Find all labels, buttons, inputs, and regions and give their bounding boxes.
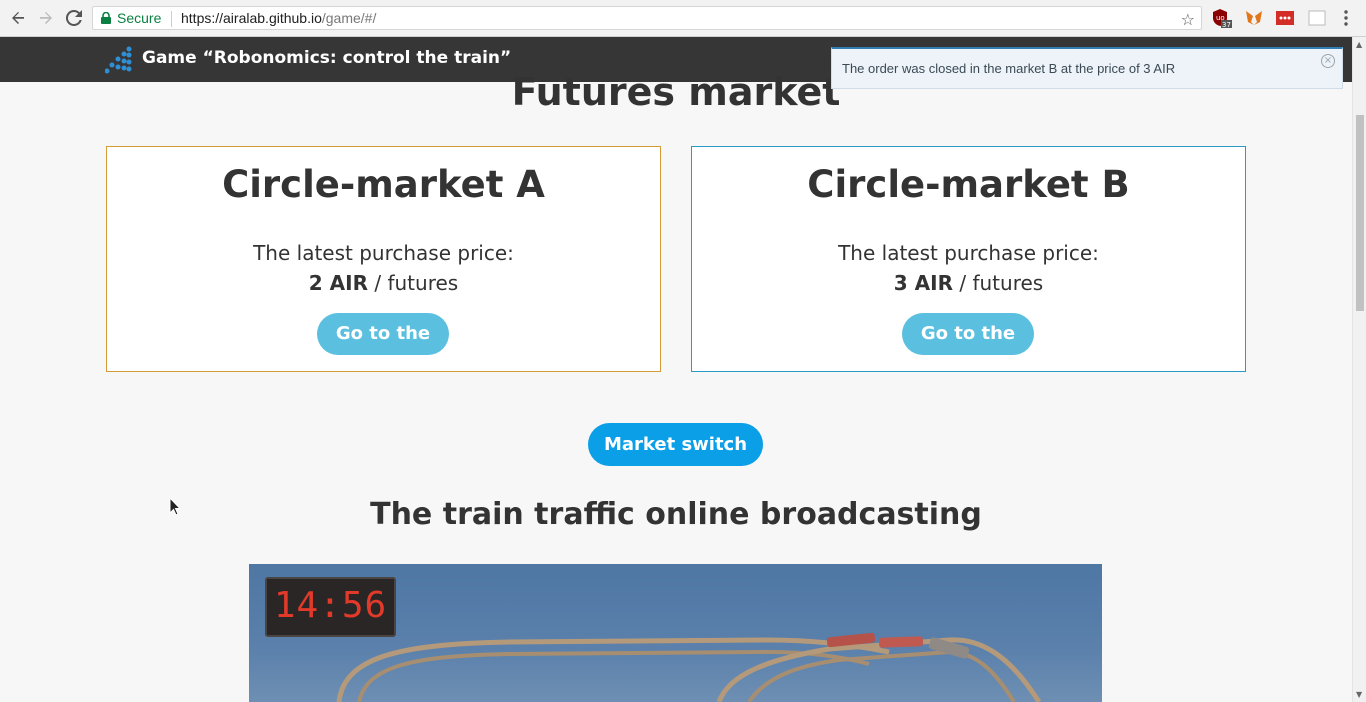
address-bar[interactable]: Secure https://airalab.github.io/game/#/… bbox=[92, 6, 1202, 30]
market-a-go-button[interactable]: Go to the bbox=[317, 313, 449, 355]
market-card-a: Circle-market A The latest purchase pric… bbox=[106, 146, 661, 372]
page-scrollbar[interactable]: ▲ ▼ bbox=[1352, 37, 1366, 702]
market-card-b: Circle-market B The latest purchase pric… bbox=[691, 146, 1246, 372]
secure-label: Secure bbox=[117, 10, 162, 26]
market-b-price-label: The latest purchase price: bbox=[838, 241, 1099, 265]
market-a-title: Circle-market A bbox=[222, 163, 545, 206]
market-b-price-value: 3 AIR bbox=[893, 271, 953, 295]
broadcast-heading: The train traffic online broadcasting bbox=[370, 497, 982, 532]
train-video-stream[interactable]: 14:56 bbox=[249, 564, 1102, 702]
metamask-fox-icon[interactable] bbox=[1244, 8, 1264, 28]
ublock-extension-icon[interactable]: uo 37 bbox=[1212, 8, 1232, 29]
market-b-go-button[interactable]: Go to the bbox=[902, 313, 1034, 355]
blank-extension-icon[interactable] bbox=[1307, 8, 1327, 28]
market-a-price: 2 AIR / futures bbox=[107, 271, 660, 295]
scroll-up-arrow-icon[interactable]: ▲ bbox=[1356, 40, 1362, 49]
lastpass-icon[interactable] bbox=[1275, 8, 1295, 28]
notification-toast: The order was closed in the market B at … bbox=[831, 47, 1343, 89]
close-icon[interactable]: × bbox=[1321, 54, 1335, 68]
url-text[interactable]: https://airalab.github.io/game/#/ bbox=[181, 10, 376, 26]
train-track-graphic bbox=[336, 632, 1042, 702]
bookmark-star-icon[interactable]: ☆ bbox=[1181, 10, 1195, 29]
forward-icon[interactable] bbox=[36, 8, 56, 28]
reload-icon[interactable] bbox=[64, 8, 84, 28]
mouse-pointer-icon bbox=[169, 497, 181, 516]
market-b-price: 3 AIR / futures bbox=[692, 271, 1245, 295]
site-title[interactable]: Game “Robonomics: control the train” bbox=[142, 48, 511, 68]
address-separator bbox=[171, 11, 172, 27]
market-a-price-label: The latest purchase price: bbox=[253, 241, 514, 265]
browser-menu-icon[interactable] bbox=[1336, 8, 1356, 28]
scroll-thumb[interactable] bbox=[1356, 115, 1364, 311]
notification-message: The order was closed in the market B at … bbox=[842, 61, 1176, 76]
browser-toolbar: Secure https://airalab.github.io/game/#/… bbox=[0, 0, 1366, 37]
back-icon[interactable] bbox=[8, 8, 28, 28]
market-a-price-unit: / futures bbox=[368, 271, 459, 295]
market-switch-button[interactable]: Market switch bbox=[588, 423, 763, 466]
market-b-price-unit: / futures bbox=[953, 271, 1044, 295]
market-b-title: Circle-market B bbox=[807, 163, 1130, 206]
market-a-price-value: 2 AIR bbox=[308, 271, 368, 295]
scroll-down-arrow-icon[interactable]: ▼ bbox=[1356, 690, 1362, 699]
lock-icon bbox=[101, 12, 111, 24]
svg-text:37: 37 bbox=[1222, 21, 1231, 28]
